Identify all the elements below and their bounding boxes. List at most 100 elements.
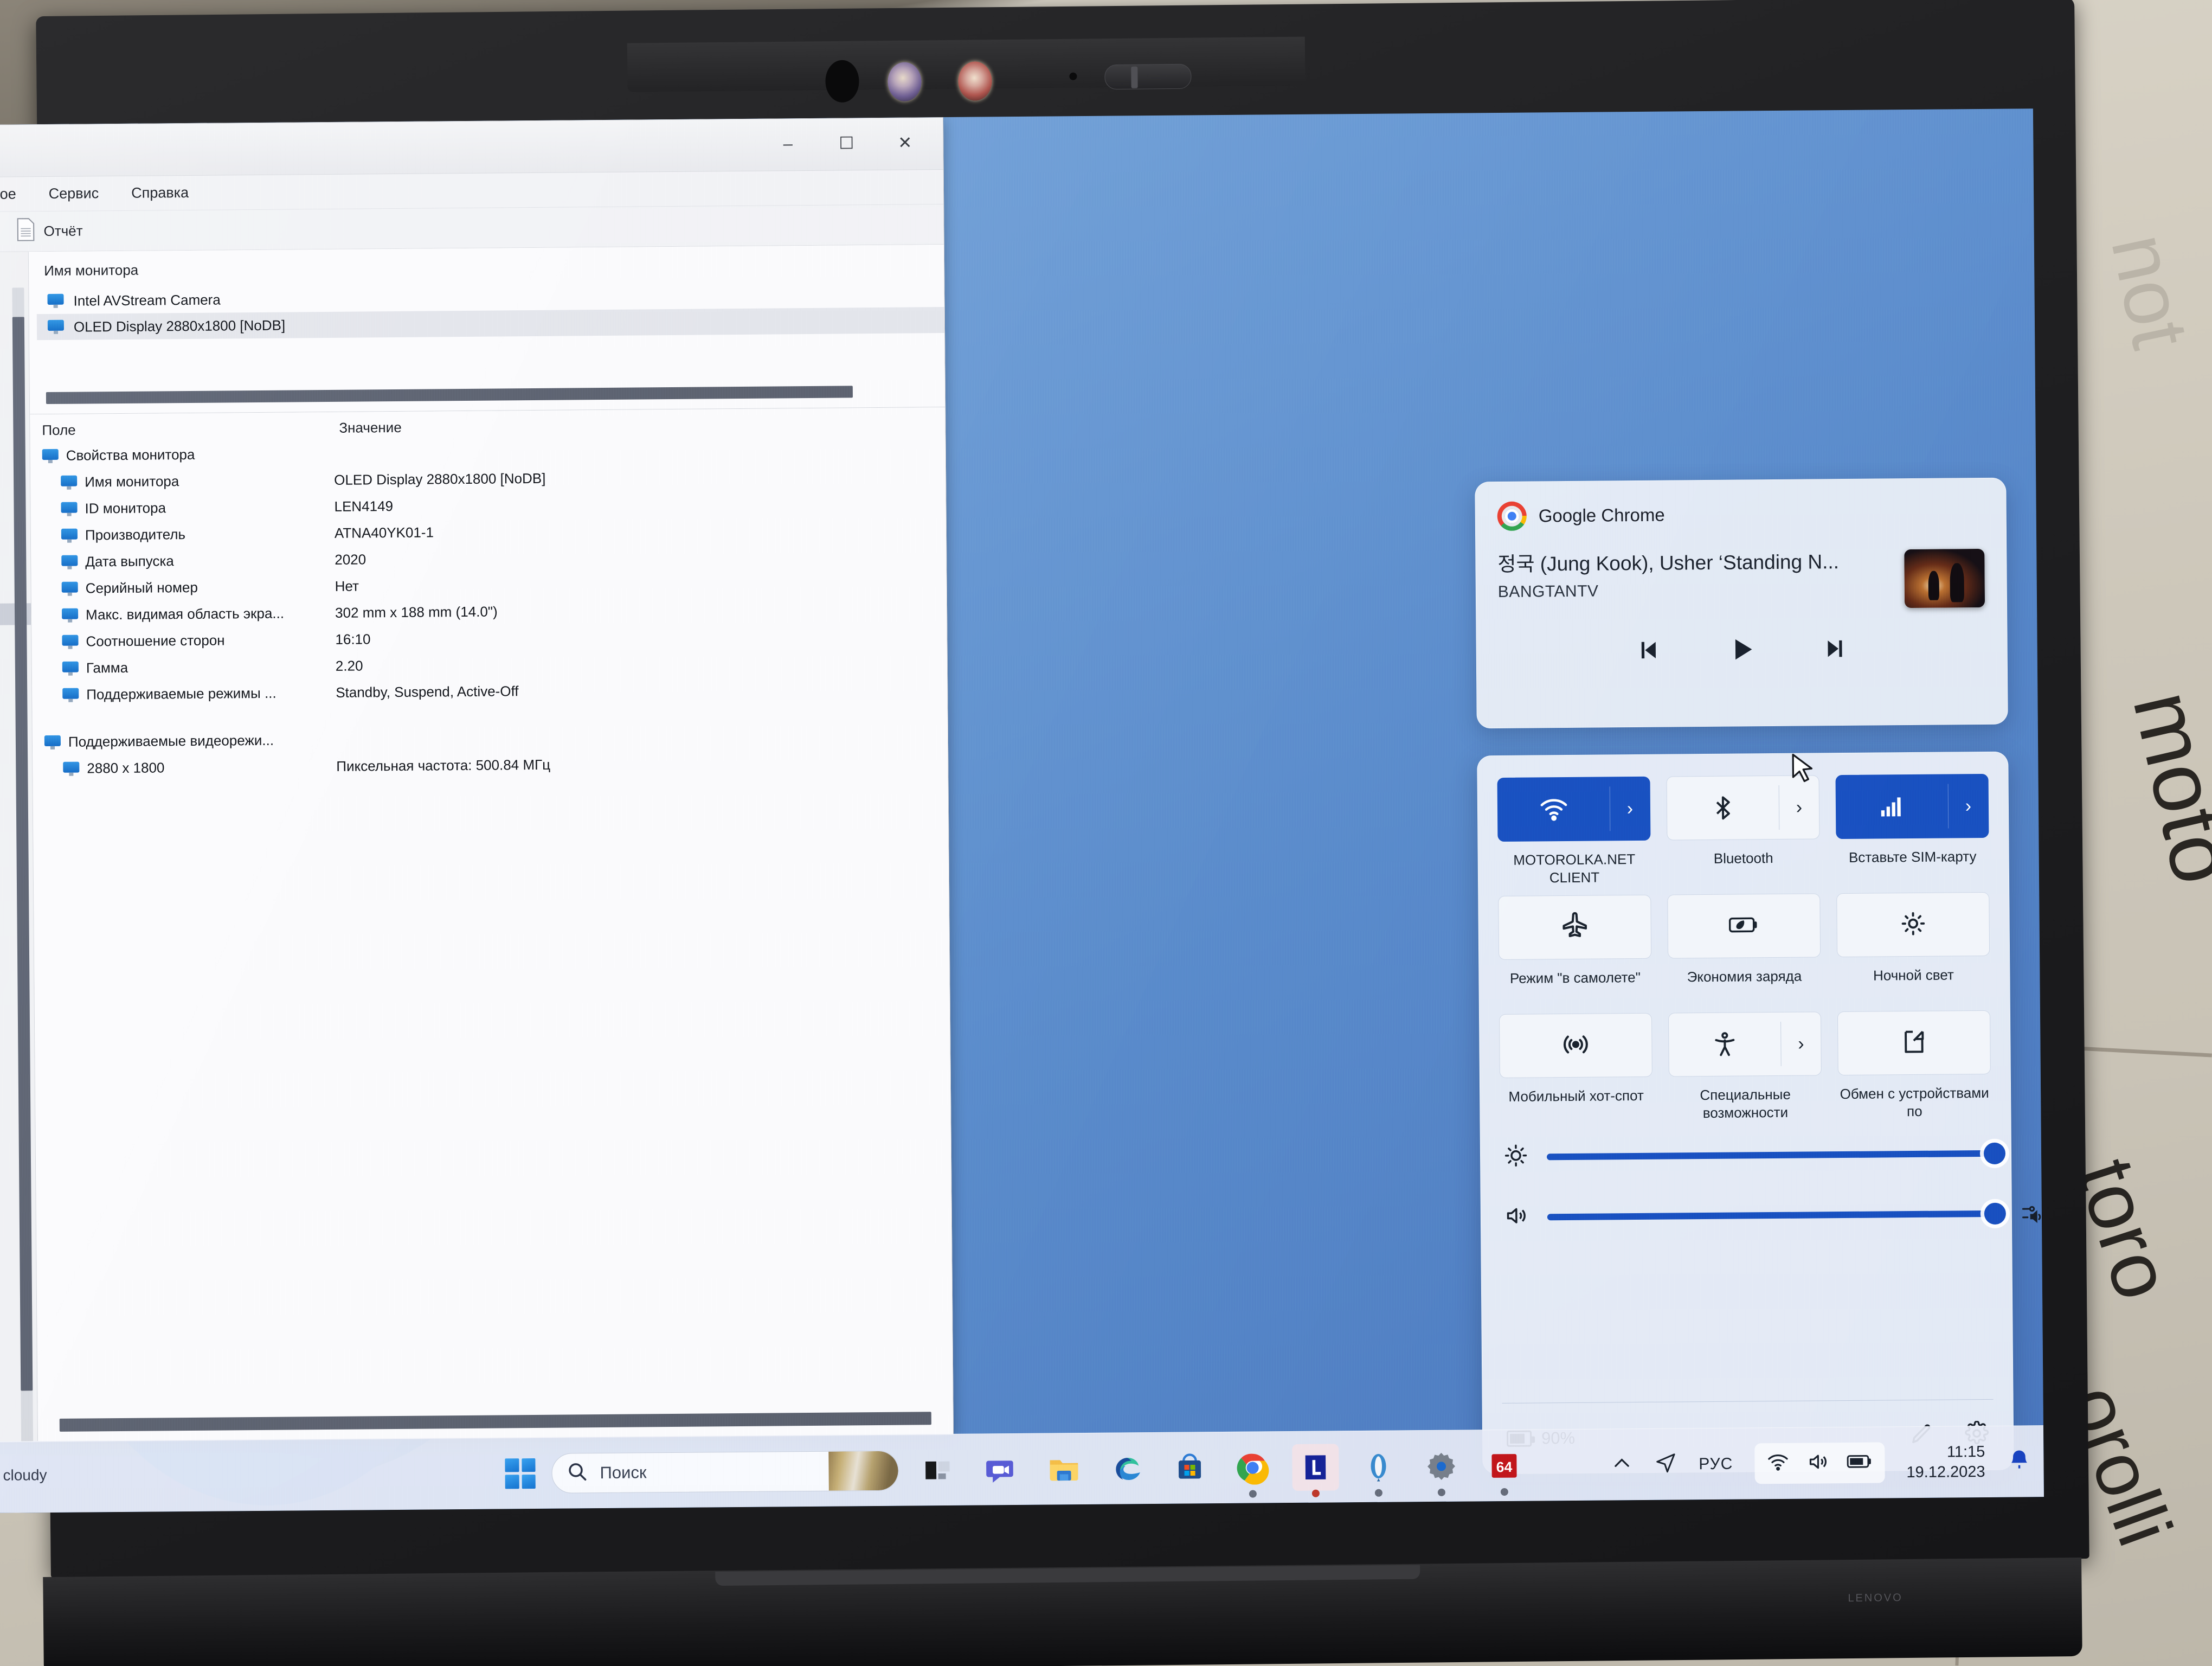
navigation-arrow-icon[interactable] (1654, 1451, 1677, 1477)
weather-widget[interactable]: cloudy (3, 1466, 47, 1484)
taskbar-app-google-chrome[interactable] (1229, 1444, 1276, 1498)
taskbar-running-indicator-active (1311, 1489, 1320, 1497)
camera-privacy-shutter[interactable] (1104, 63, 1192, 90)
menu-item-help[interactable]: Справка (128, 182, 192, 204)
audio-output-picker[interactable]: › (2021, 1201, 2044, 1225)
monitor-icon (61, 502, 78, 516)
clock-date: 19.12.2023 (1906, 1463, 1985, 1481)
taskbar-app-settings[interactable] (1418, 1443, 1465, 1496)
detail-value: LEN4149 (334, 498, 394, 515)
search-input[interactable]: Поиск (551, 1450, 899, 1494)
detail-field: ID монитора (85, 499, 166, 517)
windows-start-icon[interactable] (505, 1458, 536, 1489)
google-chrome-icon (1497, 501, 1527, 531)
search-icon (566, 1460, 588, 1485)
quick-settings-tile-hotspot[interactable] (1499, 1013, 1652, 1079)
wifi-icon (1766, 1451, 1789, 1476)
aida64-window[interactable]: reme – ☐ ✕ Отчёт Избранное Сервис Справк… (0, 117, 954, 1444)
volume-slider-knob[interactable] (1984, 1202, 2007, 1225)
laptop-device: reme – ☐ ✕ Отчёт Избранное Сервис Справк… (0, 0, 2109, 1666)
detail-field: Серийный номер (85, 579, 198, 597)
taskbar-app-microsoft-edge[interactable] (1103, 1445, 1150, 1492)
monitor-list[interactable]: Имя монитора Intel AVStream Camera OLED D… (28, 245, 946, 415)
monitor-icon (62, 608, 79, 623)
chevron-right-icon[interactable]: › (1609, 786, 1650, 831)
chevron-right-icon[interactable]: › (1780, 1021, 1821, 1066)
taskbar-running-indicator (1500, 1488, 1508, 1496)
quick-settings-tile-night-light[interactable] (1836, 892, 1990, 958)
tray-quick-settings-button[interactable] (1754, 1442, 1885, 1484)
brightness-slider[interactable] (1546, 1142, 2006, 1164)
quick-settings-cell: Режим "в самолете" (1498, 894, 1652, 1011)
content-pane: Имя монитора Intel AVStream Camera OLED D… (28, 245, 954, 1442)
taskbar-app-lenovo-vantage[interactable] (1292, 1443, 1339, 1497)
background-text: moto (2115, 682, 2212, 893)
monitor-icon (63, 761, 80, 776)
quick-settings-cell: Обмен с устройствами по (1837, 1010, 1991, 1126)
wifi-icon (1498, 793, 1610, 825)
quick-settings-panel[interactable]: › MOTOROLKA.NET CLIENT › Bluetooth › Вставьте… (1477, 751, 2041, 1475)
taskbar-running-indicator (1249, 1490, 1257, 1498)
chevron-right-icon[interactable]: › (1947, 784, 1989, 829)
close-button[interactable]: ✕ (876, 125, 934, 159)
next-track-button[interactable] (1822, 635, 1850, 665)
detail-value: OLED Display 2880x1800 [NoDB] (334, 470, 546, 488)
detail-group-title: Свойства монитора (66, 446, 195, 464)
bluetooth-icon (1667, 793, 1779, 823)
quick-settings-tile-label: Специальные возможности (1700, 1086, 1791, 1121)
chevron-right-icon[interactable]: › (1778, 785, 1819, 830)
detail-header-value: Значение (339, 419, 402, 436)
taskbar-app-aida64[interactable]: 64 (1481, 1442, 1528, 1496)
quick-settings-tile-wifi[interactable]: › (1497, 776, 1651, 842)
taskbar-app-microsoft-store[interactable] (1166, 1445, 1213, 1492)
minimize-button[interactable]: – (758, 126, 817, 161)
menu-item-favorites[interactable]: Избранное (0, 183, 20, 205)
report-button[interactable]: Отчёт (16, 217, 83, 245)
airplane-icon (1560, 911, 1589, 943)
brightness-slider-knob[interactable] (1984, 1142, 2006, 1164)
detail-field: Соотношение сторон (86, 632, 225, 650)
svg-text:64: 64 (1496, 1458, 1513, 1475)
taskbar-app-file-explorer[interactable] (1040, 1446, 1088, 1493)
quick-settings-tile-nearby-share[interactable] (1837, 1010, 1991, 1076)
ir-camera-lens-icon (958, 61, 992, 101)
clock[interactable]: 11:15 19.12.2023 (1906, 1442, 1985, 1482)
quick-settings-cell: Экономия заряда (1667, 893, 1821, 1009)
taskbar-app-opera[interactable] (1355, 1443, 1402, 1497)
aida64-title-bar[interactable]: reme – ☐ ✕ (0, 118, 943, 178)
taskbar-center-group: Поиск 64 (505, 1442, 1528, 1498)
taskbar-app-task-view[interactable] (915, 1446, 962, 1494)
taskbar-app-teams-chat[interactable] (978, 1446, 1025, 1493)
previous-track-button[interactable] (1634, 636, 1662, 667)
quick-settings-tile-battery-saver[interactable] (1667, 893, 1821, 959)
tree-item[interactable]: ранное (0, 256, 28, 279)
media-card-header: Google Chrome (1497, 498, 1984, 531)
quick-settings-tile-airplane[interactable] (1498, 894, 1652, 960)
quick-settings-tile-cellular-bars[interactable]: › (1835, 773, 1989, 840)
camera-lens-icon (888, 62, 922, 102)
detail-field: Имя монитора (85, 473, 179, 490)
quick-settings-tile-label: Bluetooth (1713, 850, 1773, 867)
monitor-icon (44, 735, 61, 749)
bell-icon[interactable] (2007, 1447, 2031, 1475)
maximize-button[interactable]: ☐ (817, 126, 876, 160)
play-button[interactable] (1726, 634, 1757, 667)
taskbar-running-indicator (1374, 1489, 1382, 1497)
detail-value: ATNA40YK01-1 (334, 524, 434, 541)
detail-table[interactable]: Поле Значение Свойства монитора Имя монит… (30, 407, 954, 1442)
media-artist: BANGTANTV (1497, 582, 1599, 601)
detail-horizontal-scrollbar[interactable] (59, 1412, 931, 1432)
detail-value: Нет (335, 578, 359, 594)
quick-settings-cell: › Вставьте SIM-карту (1835, 773, 1990, 890)
media-control-card[interactable]: Google Chrome 정국 (Jung Kook), Usher ‘Sta… (1475, 477, 2008, 729)
input-language-indicator[interactable]: РУС (1699, 1454, 1733, 1473)
monitor-icon (62, 635, 79, 649)
menu-item-tools[interactable]: Сервис (46, 183, 102, 204)
monitor-list-horizontal-scrollbar[interactable] (46, 386, 853, 405)
microphone-hole-icon (1069, 72, 1077, 80)
chevron-up-icon[interactable] (1611, 1452, 1632, 1477)
quick-settings-tile-accessibility[interactable]: › (1668, 1011, 1822, 1077)
volume-slider[interactable] (1547, 1202, 2007, 1225)
volume-icon (1504, 1203, 1529, 1231)
aida64-body: ранное50.5800ютермарная информкомпьютера… (0, 245, 954, 1443)
